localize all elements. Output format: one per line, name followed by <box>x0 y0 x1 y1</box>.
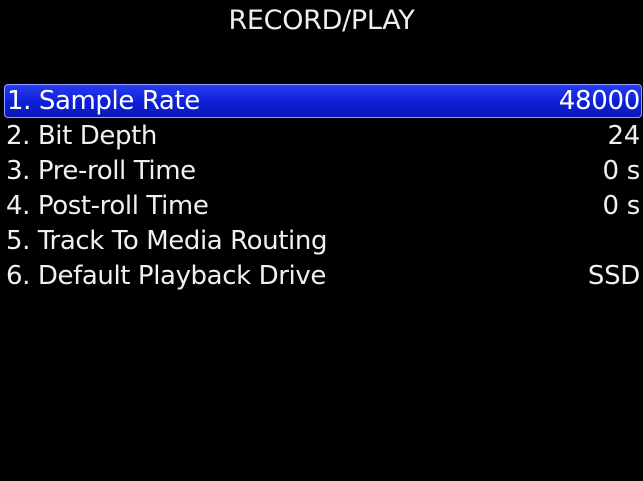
menu-item-sample-rate[interactable]: 1. Sample Rate 48000 <box>4 84 642 118</box>
menu-item-track-to-media-routing[interactable]: 5. Track To Media Routing <box>0 224 643 258</box>
menu-item-bit-depth[interactable]: 2. Bit Depth 24 <box>0 119 643 153</box>
menu-item-value: 0 s <box>602 191 641 221</box>
menu-item-value: 24 <box>607 121 641 151</box>
menu-item-default-playback-drive[interactable]: 6. Default Playback Drive SSD <box>0 259 643 293</box>
menu-item-label: 3. Pre-roll Time <box>6 156 196 186</box>
menu-item-label: 1. Sample Rate <box>7 86 200 116</box>
menu-item-label: 6. Default Playback Drive <box>6 261 326 291</box>
menu-item-value: 0 s <box>602 156 641 186</box>
settings-menu: 1. Sample Rate 48000 2. Bit Depth 24 3. … <box>0 84 643 294</box>
menu-item-label: 2. Bit Depth <box>6 121 157 151</box>
menu-item-label: 4. Post-roll Time <box>6 191 209 221</box>
menu-item-pre-roll-time[interactable]: 3. Pre-roll Time 0 s <box>0 154 643 188</box>
device-screen: RECORD/PLAY 1. Sample Rate 48000 2. Bit … <box>0 0 643 481</box>
menu-item-value: SSD <box>587 261 640 291</box>
menu-item-label: 5. Track To Media Routing <box>6 226 328 256</box>
menu-item-post-roll-time[interactable]: 4. Post-roll Time 0 s <box>0 189 643 223</box>
page-title: RECORD/PLAY <box>228 5 415 36</box>
menu-item-value: 48000 <box>558 86 641 116</box>
